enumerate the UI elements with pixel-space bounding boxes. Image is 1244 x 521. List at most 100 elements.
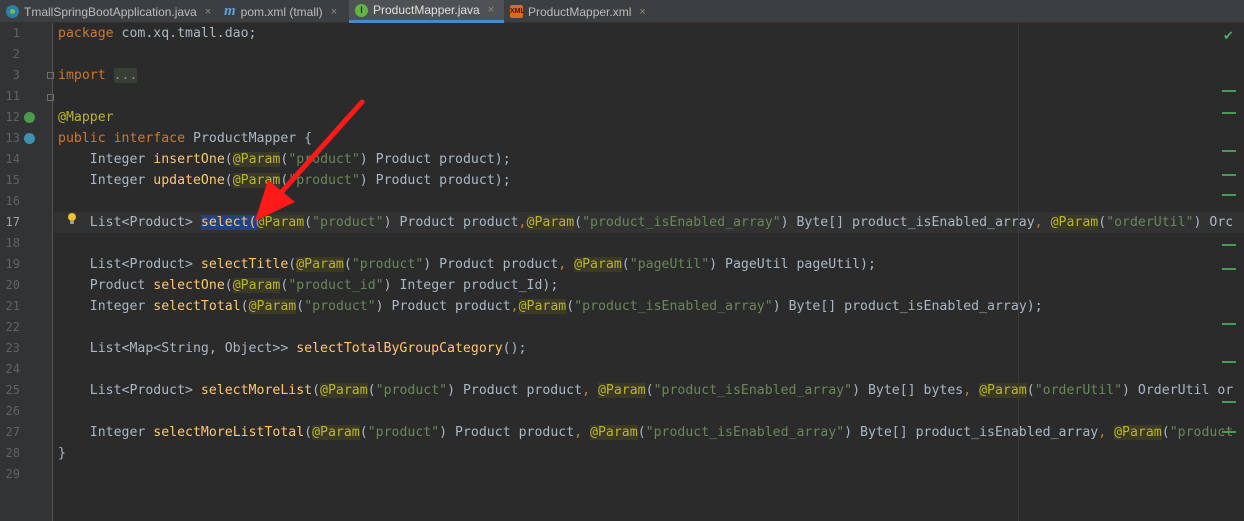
string-literal: "product_id" bbox=[288, 278, 384, 293]
right-margin-guide bbox=[1018, 23, 1019, 521]
code-text: ) PageUtil pageUtil); bbox=[709, 257, 876, 272]
code-line-25[interactable]: List<Product> selectMoreList(@Param("pro… bbox=[58, 380, 1233, 401]
tab-tmall-spring-boot-application[interactable]: TmallSpringBootApplication.java × bbox=[0, 0, 218, 23]
usage-marker[interactable] bbox=[1222, 244, 1236, 246]
code-line-17[interactable]: List<Product> select(@Param("product") P… bbox=[58, 212, 1233, 233]
mybatis-interface-icon[interactable] bbox=[24, 133, 35, 144]
code-text: ) Product product bbox=[375, 299, 511, 314]
usage-marker[interactable] bbox=[1222, 90, 1236, 92]
method-name: selectOne bbox=[153, 278, 225, 293]
selected-method-name[interactable]: select( bbox=[200, 215, 257, 230]
code-text: ) Product product); bbox=[359, 152, 511, 167]
fold-end-icon[interactable] bbox=[47, 94, 54, 101]
code-editor[interactable]: package com.xq.tmall.dao; import ... @Ma… bbox=[54, 23, 1244, 521]
annotation: @Param bbox=[979, 383, 1027, 398]
line-number: 18 bbox=[5, 236, 20, 250]
check-icon[interactable]: ✔ bbox=[1223, 29, 1234, 44]
tab-pom-xml[interactable]: m pom.xml (tmall) × bbox=[218, 0, 349, 23]
code-text: ( bbox=[224, 173, 233, 188]
line-number-gutter[interactable]: 1 2 3 11 12 13 14 15 16 17 18 19 20 21 2… bbox=[0, 23, 54, 521]
usage-marker[interactable] bbox=[1222, 112, 1236, 114]
code-line-15[interactable]: Integer updateOne(@Param("product") Prod… bbox=[58, 170, 511, 191]
code-line-14[interactable]: Integer insertOne(@Param("product") Prod… bbox=[58, 149, 511, 170]
usage-marker[interactable] bbox=[1222, 268, 1236, 270]
code-text: List<Product> bbox=[89, 257, 201, 272]
string-literal: "product_isEnabled_array" bbox=[645, 425, 845, 440]
code-line-20[interactable]: Product selectOne(@Param("product_id") I… bbox=[58, 275, 558, 296]
line-number-current: 17 bbox=[5, 215, 20, 229]
mybatis-mapper-icon[interactable] bbox=[24, 112, 35, 123]
tab-product-mapper-xml[interactable]: XML ProductMapper.xml × bbox=[504, 0, 664, 23]
usage-marker[interactable] bbox=[1222, 401, 1236, 403]
line-number: 14 bbox=[5, 152, 20, 166]
code-line-19[interactable]: List<Product> selectTitle(@Param("produc… bbox=[58, 254, 876, 275]
string-literal: "product" bbox=[288, 173, 360, 188]
line-number: 16 bbox=[5, 194, 20, 208]
annotation: @Param bbox=[248, 299, 297, 314]
code-line-13[interactable]: public interface ProductMapper { bbox=[58, 128, 312, 149]
annotation: @Param bbox=[526, 215, 575, 230]
line-number: 23 bbox=[5, 341, 20, 355]
usage-marker[interactable] bbox=[1222, 361, 1236, 363]
maven-icon: m bbox=[224, 3, 236, 19]
method-name: selectTotal bbox=[153, 299, 241, 314]
close-icon[interactable]: × bbox=[205, 6, 211, 18]
line-number: 13 bbox=[5, 131, 20, 145]
code-text: ) Byte[] bytes bbox=[852, 383, 964, 398]
line-number: 2 bbox=[12, 47, 20, 61]
code-text: com.xq.tmall.dao; bbox=[113, 26, 257, 41]
annotation: @Param bbox=[232, 152, 281, 167]
method-name: insertOne bbox=[153, 152, 225, 167]
code-text: Integer bbox=[89, 152, 154, 167]
folded-imports[interactable]: ... bbox=[113, 68, 138, 83]
code-text: ) OrderUtil or bbox=[1122, 383, 1234, 398]
method-name: selectMoreList bbox=[200, 383, 313, 398]
code-text: ProductMapper { bbox=[185, 131, 313, 146]
code-line-28[interactable]: } bbox=[58, 443, 66, 464]
annotation: @Param bbox=[574, 257, 622, 272]
line-number: 19 bbox=[5, 257, 20, 271]
fold-expand-icon[interactable] bbox=[47, 72, 54, 79]
code-text: Integer bbox=[89, 173, 154, 188]
method-name: selectTitle bbox=[200, 257, 289, 272]
tab-product-mapper-java[interactable]: I ProductMapper.java × bbox=[349, 0, 504, 23]
comma: , bbox=[518, 215, 527, 230]
code-line-1[interactable]: package com.xq.tmall.dao; bbox=[58, 23, 257, 44]
tab-label: pom.xml (tmall) bbox=[240, 4, 323, 19]
string-literal: "product" bbox=[312, 215, 384, 230]
annotation: @Param bbox=[232, 173, 281, 188]
line-number: 20 bbox=[5, 278, 20, 292]
code-line-27[interactable]: Integer selectMoreListTotal(@Param("prod… bbox=[58, 422, 1233, 443]
string-literal: "orderUtil" bbox=[1106, 215, 1194, 230]
spring-boot-icon bbox=[6, 5, 19, 18]
keyword: package bbox=[58, 26, 114, 41]
code-line-23[interactable]: List<Map<String, Object>> selectTotalByG… bbox=[58, 338, 527, 359]
editor-tab-bar: TmallSpringBootApplication.java × m pom.… bbox=[0, 0, 1244, 23]
code-text: ) Product product bbox=[383, 215, 519, 230]
string-literal: "orderUtil" bbox=[1034, 383, 1123, 398]
keyword: import bbox=[58, 68, 106, 83]
error-stripe[interactable]: ✔ bbox=[1222, 23, 1244, 521]
method-name: selectTotalByGroupCategory bbox=[296, 341, 503, 356]
line-number: 1 bbox=[12, 26, 20, 40]
annotation: @Param bbox=[1050, 215, 1099, 230]
usage-marker[interactable] bbox=[1222, 323, 1236, 325]
line-number: 11 bbox=[5, 89, 20, 103]
code-line-3[interactable]: import ... bbox=[58, 65, 138, 86]
line-number: 28 bbox=[5, 446, 20, 460]
code-text: ) Product product bbox=[423, 257, 559, 272]
close-icon[interactable]: × bbox=[639, 6, 645, 18]
code-line-21[interactable]: Integer selectTotal(@Param("product") Pr… bbox=[58, 296, 1043, 317]
line-number: 12 bbox=[5, 110, 20, 124]
line-number: 29 bbox=[5, 467, 20, 481]
usage-marker[interactable] bbox=[1222, 194, 1236, 196]
usage-marker[interactable] bbox=[1222, 150, 1236, 152]
usage-marker[interactable] bbox=[1222, 431, 1236, 433]
line-number: 3 bbox=[12, 68, 20, 82]
code-text: ) Byte[] product_isEnabled_array); bbox=[772, 299, 1043, 314]
close-icon[interactable]: × bbox=[488, 4, 494, 16]
usage-marker[interactable] bbox=[1222, 174, 1236, 176]
close-icon[interactable]: × bbox=[331, 6, 337, 18]
string-literal: "product_isEnabled_array" bbox=[574, 299, 773, 314]
code-line-12[interactable]: @Mapper bbox=[58, 107, 114, 128]
